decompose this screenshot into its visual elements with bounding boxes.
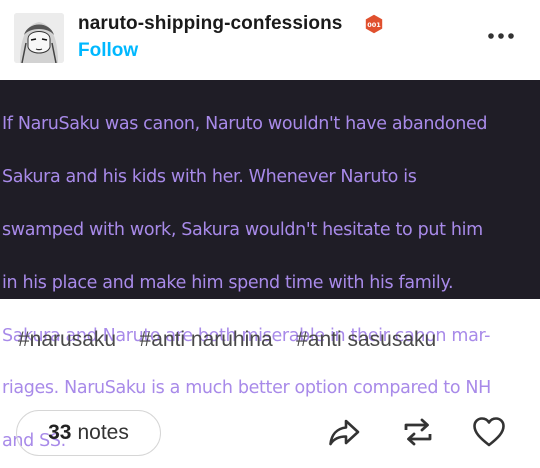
blog-name[interactable]: naruto-shipping-confessions [78,13,342,35]
more-horizontal-icon[interactable] [485,22,517,46]
follow-button[interactable]: Follow [78,40,138,62]
tag-anti-naruhina[interactable]: #anti naruhina [140,328,273,352]
post-header: naruto-shipping-confessions 001 Follow [0,0,540,76]
confession-image: If NaruSaku was canon, Naruto wouldn't h… [0,80,540,451]
confession-line: in his place and make him spend time wit… [2,272,454,293]
notes-count: 33 [48,421,72,444]
blog-avatar[interactable] [14,13,64,63]
reblog-icon[interactable] [400,414,436,450]
notes-button[interactable]: 33 notes [16,410,161,456]
post-card: naruto-shipping-confessions 001 Follow I… [0,0,540,468]
confession-line: Sakura and his kids with her. Whenever N… [2,167,417,188]
confession-line: If NaruSaku was canon, Naruto wouldn't h… [2,114,488,135]
hexagon-badge-icon: 001 [365,14,383,34]
avatar-illustration [14,13,64,63]
tag-anti-sasusaku[interactable]: #anti sasusaku [296,328,436,352]
confession-line: swamped with work, Sakura wouldn't hesit… [2,220,483,241]
tag-narusaku[interactable]: #narusaku [18,328,116,352]
share-icon[interactable] [326,414,362,450]
heart-icon[interactable] [471,414,507,450]
confession-line: riages. NaruSaku is a much better option… [2,378,491,399]
notes-label: notes [77,421,129,444]
badge-label: 001 [367,21,381,29]
tag-list: #narusaku #anti naruhina #anti sasusaku [18,328,455,354]
